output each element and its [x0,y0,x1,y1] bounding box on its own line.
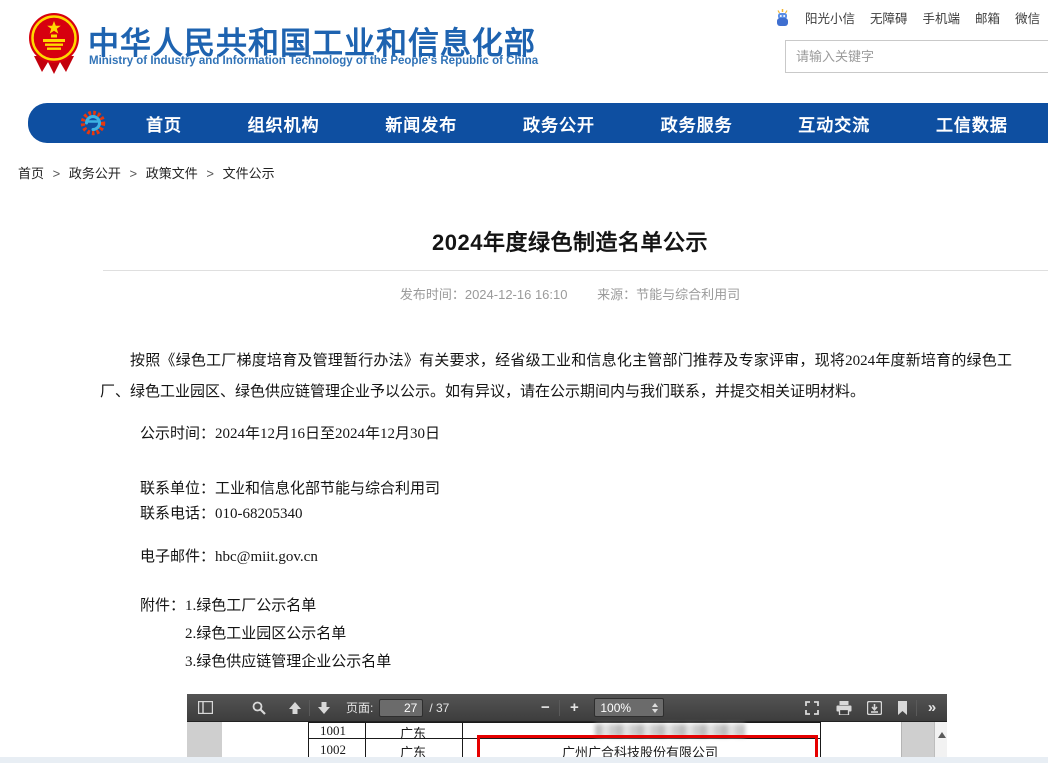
page-total: / 37 [429,701,449,715]
article-body: 按照《绿色工厂梯度培育及管理暂行办法》有关要求，经省级工业和信息化主管部门推荐及… [100,346,1012,408]
publicity-period: 公示时间：2024年12月16日至2024年12月30日 [140,422,440,443]
nav-item-home[interactable]: 首页 [146,111,182,136]
toolbar-separator [559,700,560,716]
breadcrumb-separator: > [206,166,214,181]
breadcrumb-home[interactable]: 首页 [18,166,44,181]
breadcrumb-separator: > [130,166,138,181]
table-row-number: 1002 [320,742,346,758]
breadcrumb-separator: > [53,166,61,181]
zoom-select[interactable]: 100% [594,698,664,717]
util-link-wechat[interactable]: 微信 [1015,8,1040,27]
site-subtitle: Ministry of Industry and Information Tec… [89,55,538,67]
article-meta: 发布时间：2024-12-16 16:10 来源：节能与综合利用司 [0,284,1048,303]
nav-items: 首页 组织机构 新闻发布 政务公开 政务服务 互动交流 工信数据 [106,111,1048,136]
util-link-sunshine[interactable]: 阳光小信 [805,8,855,27]
print-button[interactable] [832,697,856,719]
page-title: 2024年度绿色制造名单公示 [0,225,1048,257]
nav-item-data[interactable]: 工信数据 [936,111,1008,136]
attachment-green-factory[interactable]: 1.绿色工厂公示名单 [185,592,391,620]
source: 来源：节能与综合利用司 [597,287,740,302]
zoom-in-button[interactable]: + [562,697,586,719]
publish-time: 发布时间：2024-12-16 16:10 [400,287,568,302]
zoom-level: 100% [600,701,631,715]
util-link-mail[interactable]: 邮箱 [975,8,1000,27]
breadcrumb-gov-disclosure[interactable]: 政务公开 [69,166,121,181]
zoom-out-button[interactable]: − [533,697,557,719]
main-nav: 首页 组织机构 新闻发布 政务公开 政务服务 互动交流 工信数据 [28,103,1048,143]
toolbar-separator [309,700,310,716]
bottom-edge [0,757,1048,763]
zoom-select-arrows-icon [652,703,658,713]
page-number-input[interactable]: 27 [379,699,423,717]
contact-email: 电子邮件：hbc@miit.gov.cn [140,545,318,566]
national-emblem-logo [28,12,80,74]
attachments-label: 附件： [140,592,185,676]
miit-gear-logo-icon [80,110,106,136]
breadcrumb-doc-publicity[interactable]: 文件公示 [223,166,275,181]
page-label: 页面: [346,699,373,716]
table-row-number: 1001 [320,723,346,739]
page-down-button[interactable] [312,697,336,719]
util-link-mobile[interactable]: 手机端 [923,8,961,27]
pdf-toolbar: 页面: 27 / 37 − + 100% [187,694,947,722]
pdf-viewer: 页面: 27 / 37 − + 100% [187,694,947,763]
meta-divider [103,270,1048,271]
attachment-green-supply-chain[interactable]: 3.绿色供应链管理企业公示名单 [185,648,391,676]
util-link-accessibility[interactable]: 无障碍 [870,8,908,27]
download-button[interactable] [862,697,886,719]
contact-unit: 联系单位：工业和信息化部节能与综合利用司 [140,477,440,498]
nav-item-interaction[interactable]: 互动交流 [798,111,870,136]
nav-item-news[interactable]: 新闻发布 [385,111,457,136]
page-up-button[interactable] [283,697,307,719]
scroll-up-icon[interactable] [938,732,946,738]
breadcrumb: 首页 > 政务公开 > 政策文件 > 文件公示 [18,163,275,182]
contact-phone: 联系电话：010-68205340 [140,502,303,523]
sidebar-toggle-button[interactable] [193,697,217,719]
attachments: 附件： 1.绿色工厂公示名单 2.绿色工业园区公示名单 3.绿色供应链管理企业公… [140,592,391,676]
nav-item-gov-disclosure[interactable]: 政务公开 [523,111,595,136]
sunshine-mascot-icon [775,9,790,27]
page: 中华人民共和国工业和信息化部 Ministry of Industry and … [0,0,1048,763]
table-row-province: 广东 [400,723,426,742]
search-input[interactable] [786,41,1048,72]
toolbar-separator [916,700,917,716]
attachment-green-park[interactable]: 2.绿色工业园区公示名单 [185,620,391,648]
search-document-button[interactable] [247,697,271,719]
breadcrumb-policy-docs[interactable]: 政策文件 [146,166,198,181]
bookmark-button[interactable] [890,697,914,719]
search-box [785,40,1048,73]
more-tools-button[interactable]: » [919,697,943,719]
nav-item-gov-service[interactable]: 政务服务 [661,111,733,136]
presentation-mode-button[interactable] [800,697,824,719]
utility-links: 阳光小信 无障碍 手机端 邮箱 微信 微博 [775,8,1048,27]
nav-item-organization[interactable]: 组织机构 [248,111,320,136]
article-paragraph: 按照《绿色工厂梯度培育及管理暂行办法》有关要求，经省级工业和信息化主管部门推荐及… [100,346,1012,408]
